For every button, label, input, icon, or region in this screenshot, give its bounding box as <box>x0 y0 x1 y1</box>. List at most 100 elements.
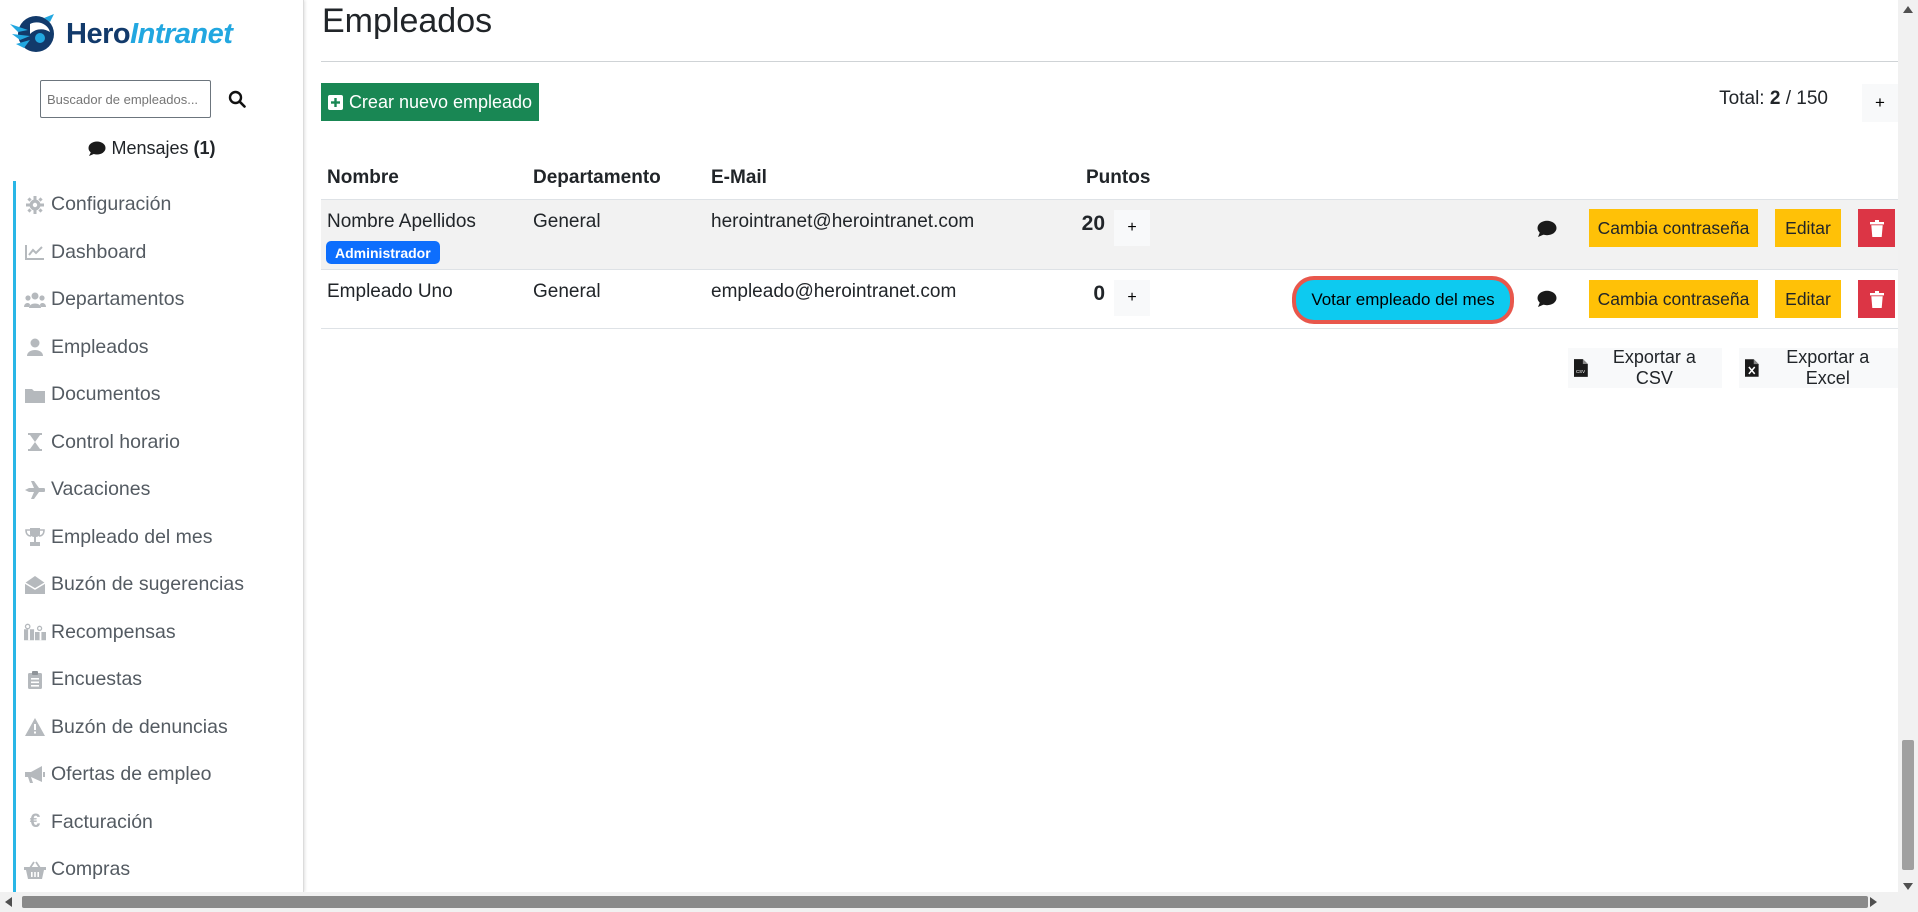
file-excel-icon <box>1745 359 1759 377</box>
total-limit: / 150 <box>1785 88 1828 109</box>
export-csv-label: Exportar a CSV <box>1612 347 1696 388</box>
gifts-icon <box>24 621 46 643</box>
scroll-down-arrow-icon[interactable] <box>1903 883 1913 890</box>
column-header-points: Puntos <box>1086 167 1151 188</box>
export-excel-button[interactable]: Exportar a Excel <box>1739 347 1898 388</box>
column-header-email: E-Mail <box>711 167 767 188</box>
messages-label: Mensajes <box>111 138 189 158</box>
comment-icon <box>1537 290 1557 307</box>
messages-link[interactable]: Mensajes (1) <box>0 138 303 159</box>
sidebar-item-empleado-del-mes[interactable]: Empleado del mes <box>13 513 303 561</box>
table-row: Empleado Uno General empleado@herointran… <box>321 270 1898 329</box>
sidebar-item-label: Buzón de sugerencias <box>51 573 244 596</box>
vertical-scroll-thumb[interactable] <box>1902 740 1914 870</box>
sidebar-item-recompensas[interactable]: Recompensas <box>13 608 303 656</box>
vertical-scrollbar[interactable] <box>1898 0 1918 892</box>
megaphone-icon <box>24 764 46 786</box>
svg-text:CSV: CSV <box>1576 369 1585 374</box>
search-icon <box>228 90 246 108</box>
sidebar-item-label: Compras <box>51 858 131 881</box>
page-title: Empleados <box>322 2 493 40</box>
messages-count: (1) <box>193 138 216 158</box>
employee-department: General <box>533 281 601 302</box>
column-header-name: Nombre <box>327 167 399 188</box>
employee-points: 20 <box>1081 212 1105 235</box>
sidebar-item-ofertas-empleo[interactable]: Ofertas de empleo <box>13 751 303 799</box>
sidebar-item-buzon-sugerencias[interactable]: Buzón de sugerencias <box>13 561 303 609</box>
change-password-button[interactable]: Cambia contraseña <box>1589 209 1758 247</box>
euro-icon: € <box>29 811 41 833</box>
plane-icon <box>24 479 46 501</box>
horizontal-scrollbar[interactable] <box>0 892 1918 912</box>
brand-logo[interactable]: HeroIntranet <box>8 10 233 58</box>
envelope-open-icon <box>24 574 46 596</box>
sidebar-item-facturacion[interactable]: € Facturación <box>13 798 303 846</box>
message-employee-button[interactable] <box>1535 287 1559 311</box>
sidebar-item-label: Departamentos <box>51 288 185 311</box>
title-divider <box>321 61 1898 62</box>
sidebar-item-label: Control horario <box>51 430 180 453</box>
sidebar-item-vacaciones[interactable]: Vacaciones <box>13 466 303 514</box>
gear-icon <box>24 194 46 216</box>
vote-employee-of-month-button[interactable]: Votar empleado del mes <box>1296 280 1510 320</box>
create-employee-label: Crear nuevo empleado <box>348 91 533 112</box>
trash-icon <box>1869 290 1884 308</box>
sidebar-item-buzon-denuncias[interactable]: Buzón de denuncias <box>13 703 303 751</box>
add-points-button[interactable]: + <box>1114 210 1150 246</box>
sidebar-nav: Configuración Dashboard Departamentos Em… <box>13 181 303 892</box>
delete-button[interactable] <box>1858 280 1895 318</box>
sidebar-item-label: Ofertas de empleo <box>51 763 212 786</box>
export-csv-button[interactable]: CSV Exportar a CSV <box>1568 347 1722 388</box>
employee-name: Empleado Uno <box>327 281 453 302</box>
sidebar-item-control-horario[interactable]: Control horario <box>13 418 303 466</box>
sidebar-item-empleados[interactable]: Empleados <box>13 323 303 371</box>
edit-button[interactable]: Editar <box>1775 280 1841 318</box>
sidebar-item-label: Empleados <box>51 335 149 358</box>
employee-name: Nombre Apellidos <box>327 211 476 232</box>
sidebar-item-documentos[interactable]: Documentos <box>13 371 303 419</box>
search-input[interactable] <box>40 80 211 118</box>
table-row: Nombre Apellidos Administrador General h… <box>321 199 1898 270</box>
scroll-left-arrow-icon[interactable] <box>5 897 12 907</box>
user-icon <box>24 336 46 358</box>
file-csv-icon: CSV <box>1574 359 1588 377</box>
scroll-up-arrow-icon[interactable] <box>1903 6 1913 13</box>
sidebar-item-compras[interactable]: Compras <box>13 846 303 892</box>
export-excel-label: Exportar a Excel <box>1786 347 1870 388</box>
edit-button[interactable]: Editar <box>1775 209 1841 247</box>
total-current: 2 <box>1769 88 1781 109</box>
plus-square-icon <box>327 94 343 110</box>
sidebar-item-label: Vacaciones <box>51 478 151 501</box>
sidebar-item-label: Configuración <box>51 193 172 216</box>
scroll-right-arrow-icon[interactable] <box>1870 897 1877 907</box>
comment-icon <box>1537 220 1557 237</box>
message-employee-button[interactable] <box>1535 217 1559 241</box>
sidebar-item-dashboard[interactable]: Dashboard <box>13 228 303 276</box>
sidebar-item-label: Empleado del mes <box>51 525 213 548</box>
employee-department: General <box>533 211 601 232</box>
employee-search <box>40 80 255 118</box>
folder-icon <box>24 384 46 406</box>
basket-icon <box>24 859 46 881</box>
add-points-button[interactable]: + <box>1114 280 1150 316</box>
sidebar-item-label: Dashboard <box>51 240 147 263</box>
column-header-department: Departamento <box>533 167 661 188</box>
create-employee-button[interactable]: Crear nuevo empleado <box>321 83 539 121</box>
employee-total: Total: 2 / 150 <box>1719 88 1828 109</box>
employee-points: 0 <box>1093 282 1105 305</box>
change-password-button[interactable]: Cambia contraseña <box>1589 280 1758 318</box>
hourglass-icon <box>24 431 46 453</box>
add-slots-button[interactable]: + <box>1862 84 1898 122</box>
employee-email: herointranet@herointranet.com <box>711 211 975 232</box>
brand-name: HeroIntranet <box>66 17 233 50</box>
sidebar-item-departamentos[interactable]: Departamentos <box>13 276 303 324</box>
search-button[interactable] <box>219 80 255 118</box>
sidebar-item-encuestas[interactable]: Encuestas <box>13 656 303 704</box>
horizontal-scroll-thumb[interactable] <box>22 896 1868 908</box>
sidebar-item-configuracion[interactable]: Configuración <box>13 181 303 229</box>
sidebar-item-label: Facturación <box>51 810 153 833</box>
sidebar-item-label: Recompensas <box>51 620 176 643</box>
delete-button[interactable] <box>1858 209 1895 247</box>
hero-logo-icon <box>10 14 54 52</box>
trash-icon <box>1869 219 1884 237</box>
